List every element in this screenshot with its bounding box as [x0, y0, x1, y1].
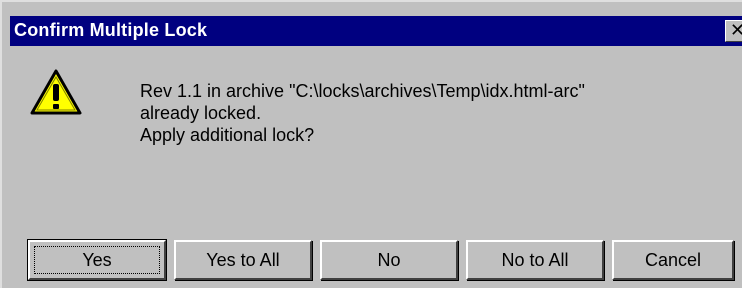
- yes-button[interactable]: Yes: [27, 239, 167, 281]
- cancel-button-label: Cancel: [644, 249, 702, 270]
- message-line: already locked.: [140, 103, 262, 123]
- no-button-label: No: [377, 249, 401, 270]
- message-line: Apply additional lock?: [140, 125, 315, 145]
- message-text: Rev 1.1 in archive "C:\locks\archives\Te…: [140, 80, 585, 146]
- warning-icon: [30, 69, 82, 115]
- message-line: Rev 1.1 in archive "C:\locks\archives\Te…: [140, 81, 585, 101]
- close-button[interactable]: ✕: [725, 20, 742, 42]
- dialog-body: Rev 1.1 in archive "C:\locks\archives\Te…: [10, 46, 742, 288]
- title-bar[interactable]: Confirm Multiple Lock ✕: [10, 16, 742, 46]
- page: Confirm Multiple Lock ✕ Rev 1.1 in archi…: [0, 0, 742, 288]
- cancel-button[interactable]: Cancel: [612, 240, 734, 280]
- no-button[interactable]: No: [320, 240, 458, 280]
- yes-to-all-button-label: Yes to All: [206, 249, 280, 270]
- dialog-title: Confirm Multiple Lock: [14, 20, 208, 40]
- no-to-all-button[interactable]: No to All: [466, 240, 604, 280]
- no-to-all-button-label: No to All: [501, 249, 569, 270]
- confirm-dialog: Confirm Multiple Lock ✕ Rev 1.1 in archi…: [0, 0, 742, 288]
- yes-button-label: Yes: [82, 249, 112, 270]
- yes-to-all-button[interactable]: Yes to All: [174, 240, 312, 280]
- close-icon: ✕: [730, 20, 742, 41]
